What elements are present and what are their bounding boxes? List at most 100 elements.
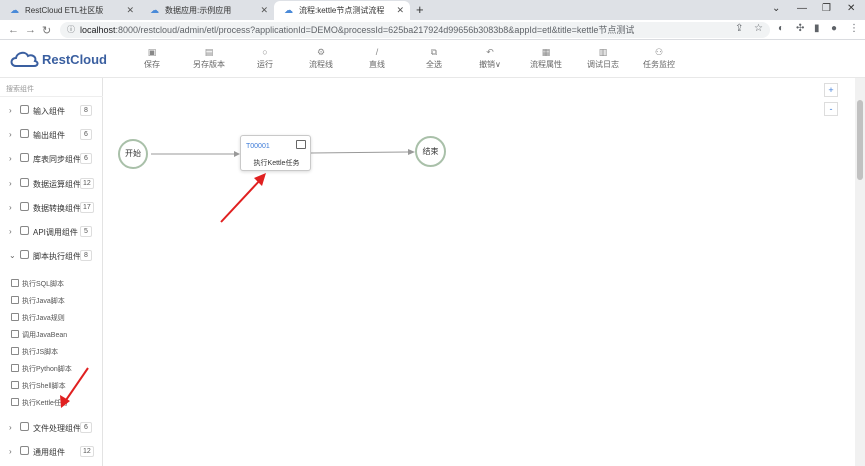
sidebar-item-javabean[interactable]: 调用JavaBean	[0, 327, 103, 343]
sidebar-item-java-rule[interactable]: 执行Java规则	[0, 310, 103, 326]
sidebar-item-shell-script[interactable]: 执行Shell脚本	[0, 378, 103, 394]
component-icon	[20, 250, 29, 259]
group-label: 脚本执行组件	[33, 252, 81, 261]
browser-tab-3[interactable]: ☁ 流程:kettle节点测试流程 ✕	[274, 1, 410, 20]
properties-icon: ▦	[541, 47, 551, 57]
toolbar-label: 保存	[144, 60, 160, 69]
cloud-icon: ☁	[10, 5, 19, 15]
count-badge: 6	[80, 153, 92, 164]
straight-line-button[interactable]: / 直线	[352, 46, 402, 70]
select-all-button[interactable]: ⧉ 全选	[409, 46, 459, 70]
script-icon	[11, 279, 19, 287]
properties-button[interactable]: ▦ 流程属性	[521, 46, 571, 70]
logo[interactable]: RestCloud	[8, 48, 107, 70]
sidebar-item-kettle-task[interactable]: 执行Kettle任务	[0, 395, 103, 411]
url-input[interactable]: ⓘ localhost:8000/restcloud/admin/etl/proc…	[60, 22, 770, 38]
component-icon	[20, 105, 29, 114]
sidebar-group-data-compute[interactable]: › 数据运算组件 12	[0, 173, 103, 195]
chevron-right-icon: ›	[9, 227, 12, 236]
undo-button[interactable]: ↶ 撤销∨	[465, 46, 515, 70]
flow-canvas[interactable]: + - 开始 T00001 执行Kettle任务 结束	[103, 78, 855, 466]
sidebar-group-table-sync[interactable]: › 库表同步组件 6	[0, 148, 103, 170]
component-icon	[20, 422, 29, 431]
scrollbar-thumb[interactable]	[857, 100, 863, 180]
component-icon	[20, 202, 29, 211]
component-icon	[20, 446, 29, 455]
kettle-task-node[interactable]: T00001 执行Kettle任务	[240, 135, 311, 171]
sidebar-item-js-script[interactable]: 执行JS脚本	[0, 344, 103, 360]
task-monitor-button[interactable]: ⚇ 任务监控	[634, 46, 684, 70]
close-icon[interactable]: ✕	[260, 5, 268, 16]
connector-line	[310, 151, 410, 154]
url-path: :8000/restcloud/admin/etl/process?applic…	[115, 25, 635, 35]
run-button[interactable]: ○ 运行	[240, 46, 290, 70]
sidebar-icon[interactable]: ▮	[814, 23, 820, 34]
sidebar-group-input[interactable]: › 输入组件 8	[0, 100, 103, 122]
sidebar-item-java-script[interactable]: 执行Java脚本	[0, 293, 103, 309]
toolbar-label: 流程属性	[530, 60, 562, 69]
info-icon[interactable]: ⓘ	[67, 22, 75, 38]
sidebar-group-file[interactable]: › 文件处理组件 6	[0, 417, 103, 439]
arrowhead	[408, 149, 415, 155]
sidebar-group-data-transform[interactable]: › 数据转换组件 17	[0, 197, 103, 219]
toolbar-label: 另存版本	[193, 60, 225, 69]
reload-icon[interactable]: ↻	[42, 24, 51, 37]
app-header: RestCloud ▣ 保存 ▤ 另存版本 ○ 运行 ⚙ 流程线 / 直线 ⧉ …	[0, 40, 865, 78]
search-input[interactable]: 搜索组件	[6, 84, 34, 94]
script-icon	[11, 398, 19, 406]
toolbar-label: 直线	[369, 60, 385, 69]
forward-icon[interactable]: →	[25, 24, 36, 36]
sidebar-group-api[interactable]: › API调用组件 5	[0, 221, 103, 243]
save-button[interactable]: ▣ 保存	[127, 46, 177, 70]
browser-tab-1[interactable]: ☁ RestCloud ETL社区版 ✕	[0, 1, 140, 20]
save-as-icon: ▤	[204, 47, 214, 57]
minimize-icon[interactable]: —	[797, 3, 807, 14]
group-label: API调用组件	[33, 228, 78, 237]
puzzle-icon[interactable]: ✣	[796, 23, 804, 34]
address-bar-row: ← → ↻ ⓘ localhost:8000/restcloud/admin/et…	[0, 20, 865, 40]
count-badge: 8	[80, 105, 92, 116]
start-node[interactable]: 开始	[118, 139, 148, 169]
sidebar-group-script[interactable]: ⌄ 脚本执行组件 8	[0, 245, 103, 267]
toolbar-label: 运行	[257, 60, 273, 69]
debug-log-button[interactable]: ▥ 调试日志	[578, 46, 628, 70]
sidebar-group-general[interactable]: › 通用组件 12	[0, 441, 103, 463]
close-icon[interactable]: ✕	[396, 5, 404, 16]
divider	[0, 96, 103, 97]
flow-line-button[interactable]: ⚙ 流程线	[296, 46, 346, 70]
extension-badge-icon[interactable]: ◐	[778, 23, 784, 34]
menu-icon[interactable]: ⋮	[849, 23, 859, 34]
count-badge: 8	[80, 250, 92, 261]
profile-icon[interactable]: ●	[831, 23, 837, 34]
group-label: 数据运算组件	[33, 180, 81, 189]
tab-title: 流程:kettle节点测试流程	[299, 6, 385, 15]
star-icon[interactable]: ☆	[754, 23, 763, 34]
share-icon[interactable]: ⇪	[735, 23, 743, 34]
task-name: 执行Kettle任务	[253, 160, 300, 167]
sidebar-item-python-script[interactable]: 执行Python脚本	[0, 361, 103, 377]
item-label: 执行Java规则	[22, 315, 65, 322]
item-label: 调用JavaBean	[22, 332, 68, 339]
count-badge: 17	[80, 202, 94, 213]
save-as-button[interactable]: ▤ 另存版本	[184, 46, 234, 70]
tab-title: 数据应用:示例应用	[165, 6, 232, 15]
script-icon	[11, 381, 19, 389]
browser-tab-2[interactable]: ☁ 数据应用:示例应用 ✕	[140, 1, 274, 20]
straight-line-icon: /	[375, 47, 379, 57]
back-icon[interactable]: ←	[8, 24, 19, 36]
group-label: 输入组件	[33, 107, 65, 116]
sidebar-item-sql-script[interactable]: 执行SQL脚本	[0, 276, 103, 292]
maximize-icon[interactable]: ❐	[822, 3, 831, 14]
new-tab-button[interactable]: +	[416, 2, 424, 17]
database-icon	[296, 140, 306, 149]
run-icon: ○	[262, 47, 268, 57]
count-badge: 6	[80, 422, 92, 433]
group-label: 输出组件	[33, 131, 65, 140]
chevron-down-icon[interactable]: ⌄	[772, 3, 780, 14]
close-icon[interactable]: ✕	[126, 5, 134, 16]
sidebar-group-output[interactable]: › 输出组件 6	[0, 124, 103, 146]
close-window-icon[interactable]: ✕	[847, 3, 855, 14]
component-icon	[20, 178, 29, 187]
end-node[interactable]: 结束	[415, 136, 446, 167]
cloud-icon: ☁	[150, 5, 159, 15]
